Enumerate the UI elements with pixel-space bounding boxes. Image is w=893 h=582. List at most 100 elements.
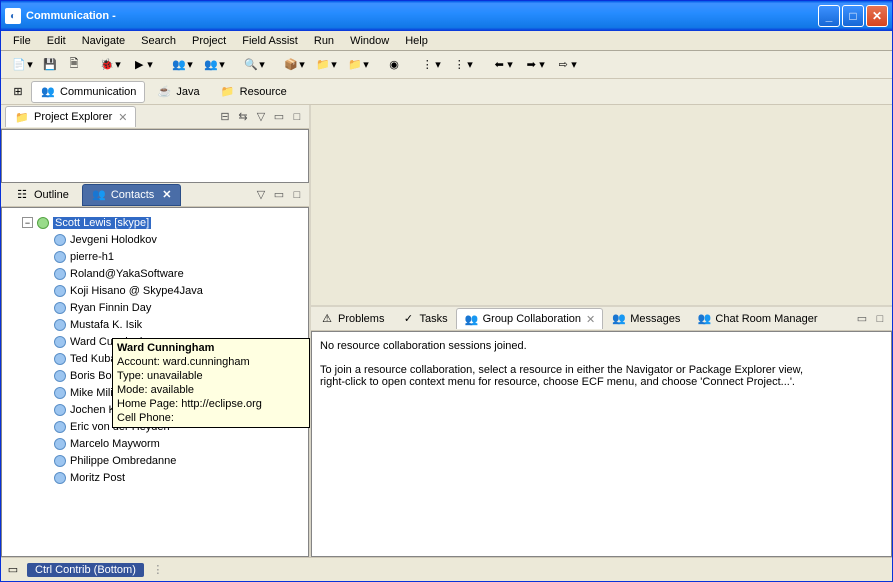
person-icon (54, 438, 66, 450)
folder1-dropdown-button[interactable]: 📁▾ (311, 54, 341, 76)
expander-icon[interactable]: − (22, 217, 33, 228)
menu-file[interactable]: File (5, 33, 39, 49)
contact-name: Jevgeni Holodkov (70, 234, 157, 246)
close-x-icon[interactable]: ✕ (586, 313, 595, 326)
toolbar: 📄▾ 💾 🗎 🐞▾ ▶▾ 👥▾ 👥▾ 🔍▾ 📦▾ 📁▾ 📁▾ ◉ ⋮▾ ⋮▾ ⬅… (1, 51, 892, 79)
link-editor-button[interactable]: ⇆ (235, 109, 251, 125)
search-dropdown-button[interactable]: 🔍▾ (239, 54, 269, 76)
save-all-button[interactable]: 🗎 (63, 54, 85, 76)
tab-label: Messages (630, 313, 680, 325)
person-online-icon (37, 217, 49, 229)
close-button[interactable]: ✕ (866, 5, 888, 27)
person-icon (54, 455, 66, 467)
collapse-all-button[interactable]: ⊟ (217, 109, 233, 125)
window-buttons: _ □ ✕ (818, 5, 888, 27)
perspective-communication[interactable]: 👥 Communication (31, 81, 145, 103)
perspective-resource[interactable]: 📁 Resource (211, 81, 296, 103)
status-icon2: ⋮ (150, 562, 166, 578)
contact-name: Marcelo Mayworm (70, 438, 160, 450)
menu-search[interactable]: Search (133, 33, 184, 49)
people-icon: 👥 (40, 84, 56, 100)
misc1-dropdown-button[interactable]: ⋮▾ (415, 54, 445, 76)
contacts2-dropdown-button[interactable]: 👥▾ (199, 54, 229, 76)
menu-window[interactable]: Window (342, 33, 397, 49)
contact-name: Scott Lewis [skype] (53, 217, 151, 229)
view-menu-button[interactable]: ▽ (253, 187, 269, 203)
contact-name: Moritz Post (70, 472, 125, 484)
contact-item[interactable]: Marcelo Mayworm (54, 435, 302, 452)
contact-name: Mustafa K. Isik (70, 319, 142, 331)
maximize-view-button[interactable]: □ (872, 311, 888, 327)
contact-name: Ryan Finnin Day (70, 302, 151, 314)
forward-dropdown-button[interactable]: ➡▾ (519, 54, 549, 76)
maximize-button[interactable]: □ (842, 5, 864, 27)
outline-tab[interactable]: ☷ Outline (5, 184, 78, 206)
open-perspective-button[interactable]: ⊞ (7, 81, 29, 103)
misc2-dropdown-button[interactable]: ⋮▾ (447, 54, 477, 76)
tab-group-collaboration[interactable]: 👥 Group Collaboration ✕ (456, 308, 604, 329)
eclipse-button[interactable]: ◉ (383, 54, 405, 76)
menu-help[interactable]: Help (397, 33, 436, 49)
close-x-icon[interactable]: ✕ (118, 111, 127, 124)
perspective-label: Java (176, 86, 199, 98)
contacts1-dropdown-button[interactable]: 👥▾ (167, 54, 197, 76)
folder2-dropdown-button[interactable]: 📁▾ (343, 54, 373, 76)
tooltip-account: Account: ward.cunningham (117, 356, 250, 368)
menu-field-assist[interactable]: Field Assist (234, 33, 306, 49)
person-icon (54, 302, 66, 314)
run-dropdown-button[interactable]: ▶▾ (127, 54, 157, 76)
close-x-icon[interactable]: ✕ (162, 188, 171, 201)
debug-dropdown-button[interactable]: 🐞▾ (95, 54, 125, 76)
status-icon: ▭ (5, 562, 21, 578)
contact-item[interactable]: Philippe Ombredanne (54, 452, 302, 469)
minimize-button[interactable]: _ (818, 5, 840, 27)
contact-item[interactable]: Ryan Finnin Day (54, 299, 302, 316)
contact-item[interactable]: pierre-h1 (54, 248, 302, 265)
contact-item[interactable]: Roland@YakaSoftware (54, 265, 302, 282)
perspective-label: Resource (240, 86, 287, 98)
status-bar: ▭ Ctrl Contrib (Bottom) ⋮ (1, 557, 892, 581)
nav-dropdown-button[interactable]: ⇨▾ (551, 54, 581, 76)
collab-line2: To join a resource collaboration, select… (320, 364, 883, 376)
people-icon: 👥 (91, 187, 107, 203)
menu-edit[interactable]: Edit (39, 33, 74, 49)
tab-chatroom-manager[interactable]: 👥 Chat Room Manager (688, 308, 825, 330)
project-explorer-tab[interactable]: 📁 Project Explorer ✕ (5, 106, 136, 127)
contact-tooltip: Ward Cunningham Account: ward.cunningham… (112, 338, 310, 428)
minimize-view-button[interactable]: ▭ (854, 311, 870, 327)
folder-icon: 📁 (14, 109, 30, 125)
contacts-tab[interactable]: 👥 Contacts ✕ (82, 184, 181, 206)
contact-item[interactable]: Mustafa K. Isik (54, 316, 302, 333)
back-dropdown-button[interactable]: ⬅▾ (487, 54, 517, 76)
group-collab-content: No resource collaboration sessions joine… (311, 331, 892, 557)
contact-item[interactable]: Jevgeni Holodkov (54, 231, 302, 248)
menu-run[interactable]: Run (306, 33, 342, 49)
tab-problems[interactable]: ⚠ Problems (311, 308, 392, 330)
person-icon (54, 319, 66, 331)
package-dropdown-button[interactable]: 📦▾ (279, 54, 309, 76)
perspective-java[interactable]: ☕ Java (147, 81, 208, 103)
new-dropdown-button[interactable]: 📄▾ (7, 54, 37, 76)
contacts-root[interactable]: − Scott Lewis [skype] (22, 214, 302, 231)
minimize-view-button[interactable]: ▭ (271, 187, 287, 203)
window-title: Communication - (26, 10, 818, 22)
editor-area (311, 105, 892, 307)
tab-messages[interactable]: 👥 Messages (603, 308, 688, 330)
person-icon (54, 370, 66, 382)
contact-item[interactable]: Moritz Post (54, 469, 302, 486)
tab-label: Chat Room Manager (715, 313, 817, 325)
save-button[interactable]: 💾 (39, 54, 61, 76)
maximize-view-button[interactable]: □ (289, 109, 305, 125)
tab-tasks[interactable]: ✓ Tasks (392, 308, 455, 330)
maximize-view-button[interactable]: □ (289, 187, 305, 203)
status-contrib[interactable]: Ctrl Contrib (Bottom) (27, 563, 144, 577)
minimize-view-button[interactable]: ▭ (271, 109, 287, 125)
contact-item[interactable]: Koji Hisano @ Skype4Java (54, 282, 302, 299)
people-icon: 👥 (611, 311, 627, 327)
view-menu-button[interactable]: ▽ (253, 109, 269, 125)
perspective-row: ⊞ 👥 Communication ☕ Java 📁 Resource (1, 79, 892, 105)
menu-navigate[interactable]: Navigate (74, 33, 133, 49)
people-icon: 👥 (464, 311, 480, 327)
java-icon: ☕ (156, 84, 172, 100)
menu-project[interactable]: Project (184, 33, 234, 49)
